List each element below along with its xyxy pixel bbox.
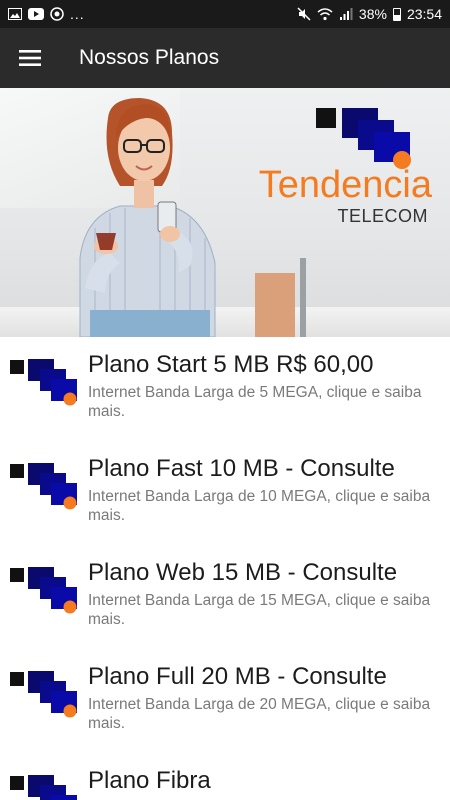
plan-title: Plano Full 20 MB - Consulte — [88, 663, 387, 690]
plan-logo-icon — [10, 463, 77, 510]
plan-title: Plano Fibra — [88, 767, 211, 794]
clock: 23:54 — [406, 6, 442, 22]
status-overflow: ... — [70, 6, 85, 22]
youtube-icon — [28, 8, 44, 20]
status-left: ... — [8, 6, 85, 22]
page-title: Nossos Planos — [79, 46, 220, 69]
plan-description: Internet Banda Larga de 15 MEGA, clique … — [88, 592, 431, 628]
list-item[interactable]: Plano Start 5 MB R$ 60,00 Internet Banda… — [0, 337, 450, 441]
signal-icon — [339, 8, 353, 20]
plan-logo-icon — [10, 775, 77, 800]
plan-description: Internet Banda Larga de 10 MEGA, clique … — [88, 488, 431, 524]
wifi-icon — [317, 8, 333, 21]
app-bar: Nossos Planos — [0, 28, 450, 88]
brand-logo: Tendencia TELECOM — [250, 102, 440, 226]
battery-icon — [392, 7, 401, 21]
image-icon — [8, 8, 22, 20]
status-right: 38% 23:54 — [297, 6, 442, 22]
brand-subtitle: TELECOM — [337, 206, 428, 226]
plan-title: Plano Web 15 MB - Consulte — [88, 559, 398, 586]
plan-description: Internet Banda Larga de 20 MEGA, clique … — [88, 696, 431, 732]
list-item[interactable]: Plano Web 15 MB - Consulte Internet Band… — [0, 545, 450, 649]
plan-logo-icon — [10, 359, 77, 406]
plan-description: Internet Banda Larga de 5 MEGA, clique e… — [88, 384, 422, 420]
hamburger-menu-icon[interactable] — [0, 28, 60, 88]
list-item[interactable]: Plano Fibra — [0, 753, 450, 800]
plan-title: Plano Start 5 MB R$ 60,00 — [88, 351, 374, 378]
chrome-icon — [50, 7, 64, 21]
battery-percent: 38% — [358, 6, 387, 22]
brand-name: Tendencia — [258, 164, 432, 206]
list-item[interactable]: Plano Fast 10 MB - Consulte Internet Ban… — [0, 441, 450, 545]
status-bar: ... 38% 23:54 — [0, 0, 450, 28]
plan-title: Plano Fast 10 MB - Consulte — [88, 455, 395, 482]
mute-icon — [297, 7, 311, 21]
plan-logo-icon — [10, 567, 77, 614]
list-item[interactable]: Plano Full 20 MB - Consulte Internet Ban… — [0, 649, 450, 753]
hero-banner: Tendencia TELECOM — [0, 88, 450, 337]
plan-logo-icon — [10, 671, 77, 718]
